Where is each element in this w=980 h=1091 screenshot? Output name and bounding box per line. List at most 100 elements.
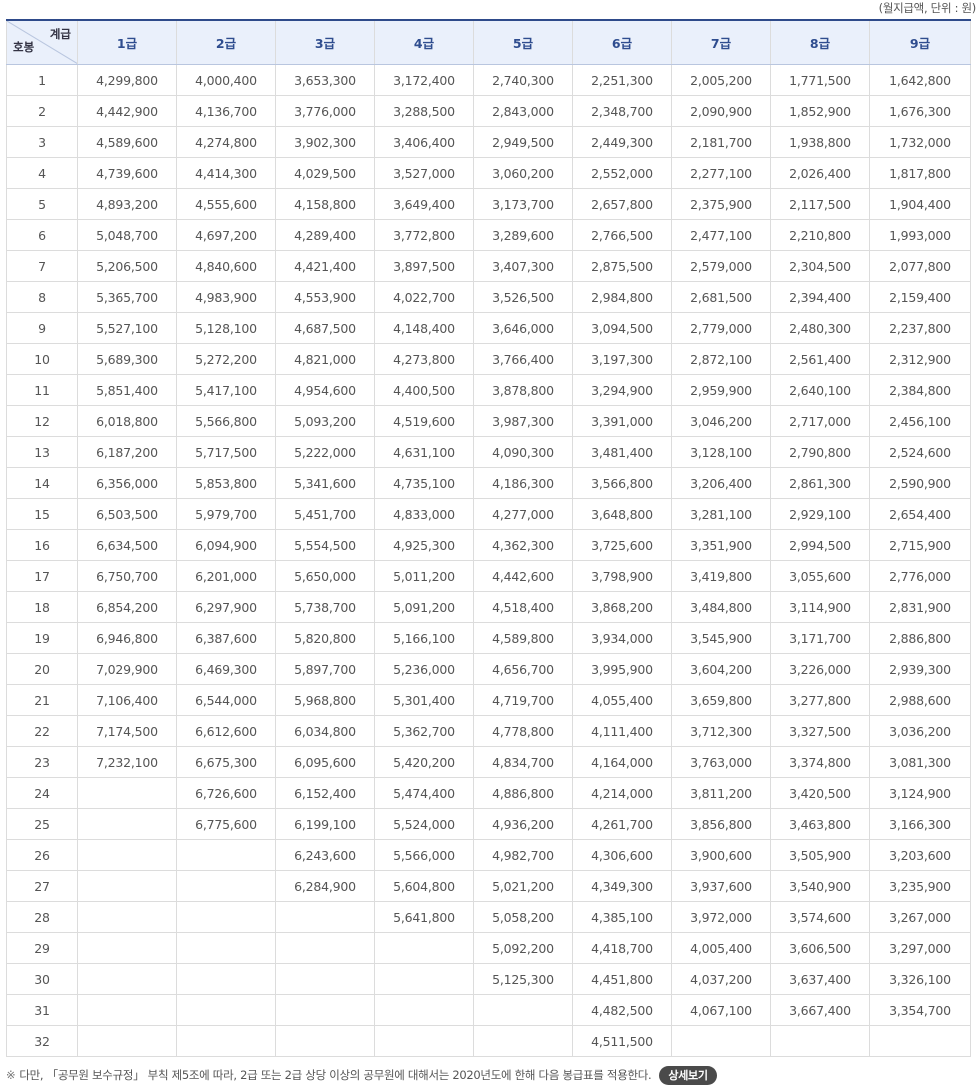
step-cell: 15 (6, 498, 78, 530)
header-row: 계급 호봉 1급 2급 3급 4급 5급 6급 7급 8급 9급 (6, 19, 971, 65)
salary-cell: 2,477,100 (671, 219, 771, 251)
salary-cell: 3,902,300 (275, 126, 375, 158)
grade-header: 5급 (473, 19, 573, 65)
salary-cell: 4,778,800 (473, 715, 573, 747)
salary-cell: 3,540,900 (770, 870, 870, 902)
table-row: 11 5,851,400 5,417,100 4,954,600 4,400,500 3,… (6, 374, 971, 406)
salary-cell: 2,277,100 (671, 157, 771, 189)
salary-cell: 3,277,800 (770, 684, 870, 716)
salary-cell (374, 994, 474, 1026)
salary-cell: 2,949,500 (473, 126, 573, 158)
table-row: 7 5,206,500 4,840,600 4,421,400 3,897,500 3,4… (6, 250, 971, 282)
salary-cell: 3,203,600 (869, 839, 971, 871)
salary-cell: 3,481,400 (572, 436, 672, 468)
footnote: ※ 다만, 「공무원 보수규정」 부칙 제5조에 따라, 2급 또는 2급 상당 … (6, 1064, 717, 1086)
salary-cell: 4,029,500 (275, 157, 375, 189)
salary-cell: 5,011,200 (374, 560, 474, 592)
step-cell: 17 (6, 560, 78, 592)
salary-cell: 4,090,300 (473, 436, 573, 468)
salary-cell: 5,897,700 (275, 653, 375, 685)
salary-cell: 5,604,800 (374, 870, 474, 902)
salary-cell: 2,843,000 (473, 95, 573, 127)
salary-cell: 3,776,000 (275, 95, 375, 127)
step-cell: 32 (6, 1025, 78, 1057)
salary-cell: 4,518,400 (473, 591, 573, 623)
salary-cell: 4,136,700 (176, 95, 276, 127)
salary-cell: 3,545,900 (671, 622, 771, 654)
table-row: 13 6,187,200 5,717,500 5,222,000 4,631,100 4,… (6, 436, 971, 468)
step-cell: 11 (6, 374, 78, 406)
salary-cell: 7,029,900 (77, 653, 177, 685)
salary-cell (275, 994, 375, 1026)
salary-cell: 3,995,900 (572, 653, 672, 685)
salary-cell: 2,449,300 (572, 126, 672, 158)
salary-cell: 3,171,700 (770, 622, 870, 654)
salary-cell: 2,776,000 (869, 560, 971, 592)
salary-cell: 3,646,000 (473, 312, 573, 344)
salary-cell: 3,420,500 (770, 777, 870, 809)
salary-cell: 3,128,100 (671, 436, 771, 468)
salary-cell: 1,904,400 (869, 188, 971, 220)
salary-cell: 3,934,000 (572, 622, 672, 654)
salary-cell (77, 901, 177, 933)
salary-cell: 3,374,800 (770, 746, 870, 778)
salary-cell (869, 1025, 971, 1057)
salary-cell: 5,717,500 (176, 436, 276, 468)
salary-cell (671, 1025, 771, 1057)
salary-cell: 6,612,600 (176, 715, 276, 747)
salary-cell (176, 839, 276, 871)
salary-cell: 3,606,500 (770, 932, 870, 964)
salary-cell: 6,356,000 (77, 467, 177, 499)
salary-cell: 2,394,400 (770, 281, 870, 313)
step-cell: 28 (6, 901, 78, 933)
salary-cell: 2,929,100 (770, 498, 870, 530)
salary-cell: 6,775,600 (176, 808, 276, 840)
salary-cell: 3,419,800 (671, 560, 771, 592)
salary-cell (77, 808, 177, 840)
salary-cell: 4,555,600 (176, 188, 276, 220)
table-row: 22 7,174,500 6,612,600 6,034,800 5,362,700 4,… (6, 715, 971, 747)
salary-cell: 4,821,000 (275, 343, 375, 375)
salary-cell: 3,763,000 (671, 746, 771, 778)
salary-cell: 3,526,500 (473, 281, 573, 313)
salary-cell (275, 1025, 375, 1057)
salary-cell: 3,235,900 (869, 870, 971, 902)
salary-cell: 5,420,200 (374, 746, 474, 778)
salary-cell: 2,348,700 (572, 95, 672, 127)
salary-cell: 2,304,500 (770, 250, 870, 282)
table-row: 8 5,365,700 4,983,900 4,553,900 4,022,700 3,5… (6, 281, 971, 313)
salary-cell: 3,288,500 (374, 95, 474, 127)
salary-cell: 5,853,800 (176, 467, 276, 499)
table-row: 12 6,018,800 5,566,800 5,093,200 4,519,600 3,… (6, 405, 971, 437)
salary-cell: 2,740,300 (473, 64, 573, 96)
salary-cell: 2,590,900 (869, 467, 971, 499)
note-mark: ※ (6, 1068, 16, 1082)
salary-cell: 5,048,700 (77, 219, 177, 251)
salary-cell: 4,735,100 (374, 467, 474, 499)
salary-cell: 4,418,700 (572, 932, 672, 964)
table-row: 29 5,092,200 4,418,700 4,005,400 3,606,500 3,… (6, 932, 971, 964)
step-cell: 6 (6, 219, 78, 251)
salary-cell: 4,925,300 (374, 529, 474, 561)
salary-cell: 2,117,500 (770, 188, 870, 220)
detail-button[interactable]: 상세보기 (659, 1066, 717, 1085)
step-cell: 20 (6, 653, 78, 685)
table-row: 19 6,946,800 6,387,600 5,820,800 5,166,100 4,… (6, 622, 971, 654)
salary-cell: 2,984,800 (572, 281, 672, 313)
salary-cell: 3,878,800 (473, 374, 573, 406)
salary-cell: 2,994,500 (770, 529, 870, 561)
salary-cell: 5,650,000 (275, 560, 375, 592)
salary-cell (374, 963, 474, 995)
salary-cell: 4,306,600 (572, 839, 672, 871)
salary-cell: 2,766,500 (572, 219, 672, 251)
salary-table: 계급 호봉 1급 2급 3급 4급 5급 6급 7급 8급 9급 1 4,299,… (6, 19, 971, 1057)
salary-cell: 6,854,200 (77, 591, 177, 623)
salary-cell: 3,900,600 (671, 839, 771, 871)
salary-cell: 3,326,100 (869, 963, 971, 995)
salary-cell (275, 932, 375, 964)
salary-cell: 1,732,000 (869, 126, 971, 158)
salary-cell: 4,362,300 (473, 529, 573, 561)
salary-cell: 3,294,900 (572, 374, 672, 406)
salary-cell: 7,106,400 (77, 684, 177, 716)
salary-cell: 4,289,400 (275, 219, 375, 251)
